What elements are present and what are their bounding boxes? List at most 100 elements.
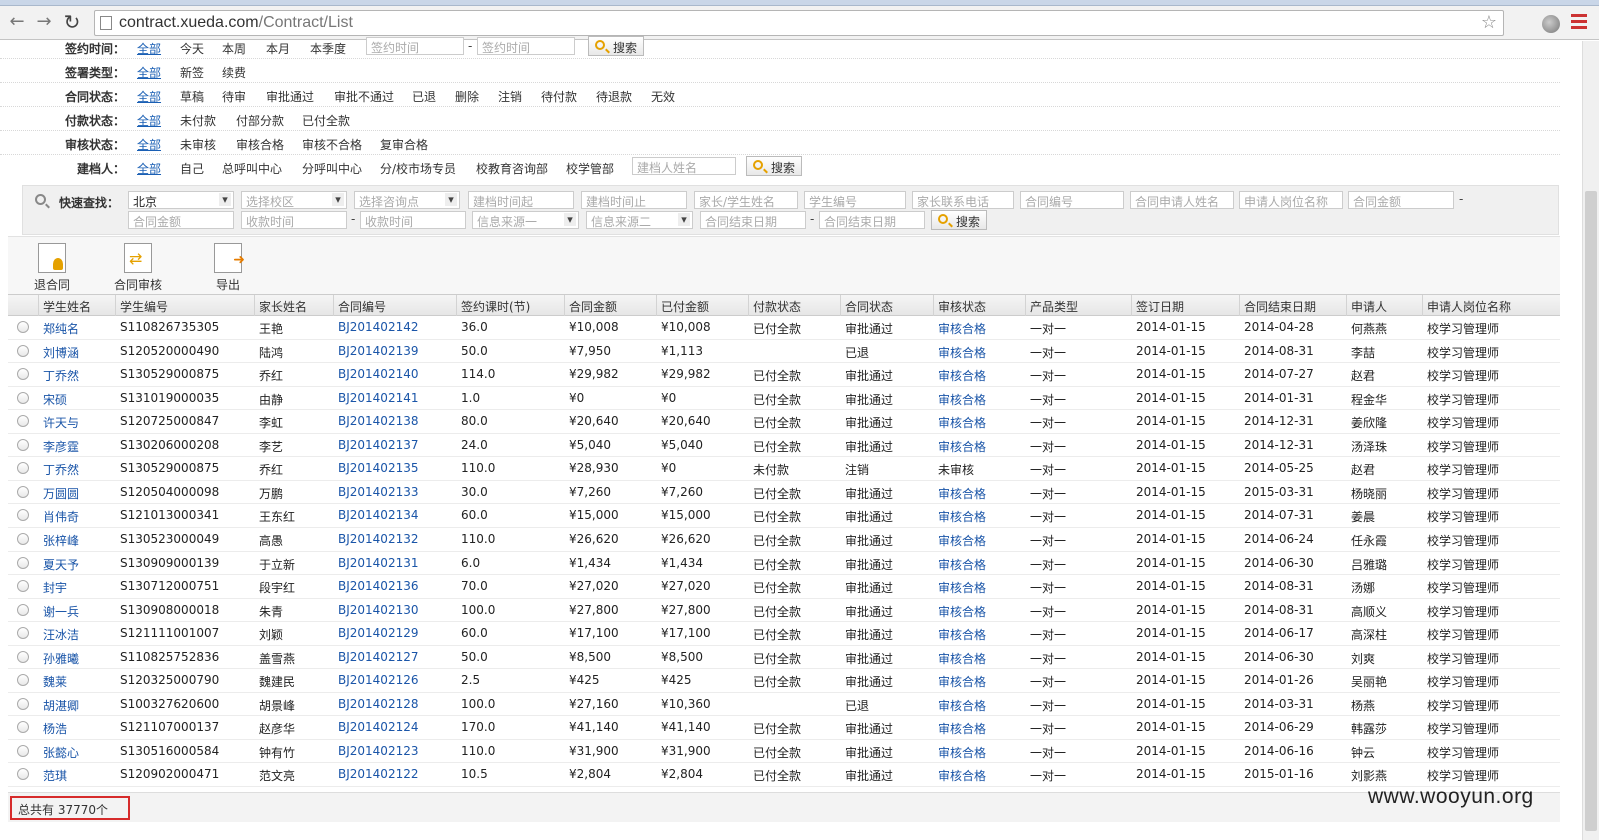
cell-audit-status[interactable]: 审核合格 bbox=[938, 767, 986, 784]
filter-option[interactable]: 续费 bbox=[222, 64, 246, 81]
filter-option[interactable]: 本周 bbox=[222, 40, 246, 57]
cell-contract-no[interactable]: BJ201402132 bbox=[338, 532, 418, 546]
row-select-radio[interactable] bbox=[17, 744, 29, 757]
row-select-radio[interactable] bbox=[17, 532, 29, 545]
filter-option[interactable]: 今天 bbox=[180, 40, 204, 57]
column-header-applicant-post[interactable]: 申请人岗位名称 bbox=[1427, 298, 1511, 315]
cell-contract-no[interactable]: BJ201402129 bbox=[338, 626, 418, 640]
filter-option[interactable]: 全部 bbox=[137, 40, 161, 57]
cell-student-name[interactable]: 魏莱 bbox=[43, 673, 67, 690]
cell-student-name[interactable]: 丁乔然 bbox=[43, 461, 79, 478]
cell-student-name[interactable]: 夏天予 bbox=[43, 556, 79, 573]
table-row[interactable]: 刘博涵 S120520000490 陆鸿 BJ201402139 50.0 ¥7,950 ¥… bbox=[8, 340, 1560, 364]
cell-student-name[interactable]: 丁乔然 bbox=[43, 367, 79, 384]
sign-time-search-button[interactable]: 搜索 bbox=[588, 36, 645, 56]
cell-student-name[interactable]: 宋硕 bbox=[43, 391, 67, 408]
column-header-lessons[interactable]: 签约课时(节) bbox=[461, 298, 530, 315]
end-date-to-input[interactable]: 合同结束日期 bbox=[819, 211, 925, 229]
cell-student-name[interactable]: 李彦霆 bbox=[43, 438, 79, 455]
globe-extension-icon[interactable] bbox=[1542, 15, 1560, 33]
table-row[interactable]: 杨浩 S121107000137 赵彦华 BJ201402124 170.0 ¥41,14… bbox=[8, 716, 1560, 740]
filter-option[interactable]: 审核不合格 bbox=[302, 136, 362, 153]
table-row[interactable]: 魏莱 S120325000790 魏建民 BJ201402126 2.5 ¥425 ¥425… bbox=[8, 669, 1560, 693]
column-header-paid-amount[interactable]: 已付金额 bbox=[661, 298, 709, 315]
applicant-name-input[interactable]: 合同申请人姓名 bbox=[1130, 191, 1234, 209]
filter-option[interactable]: 审批通过 bbox=[266, 88, 314, 105]
filter-option[interactable]: 审批不通过 bbox=[334, 88, 394, 105]
filter-option[interactable]: 未审核 bbox=[180, 136, 216, 153]
table-row[interactable]: 万圆圆 S120504000098 万鹏 BJ201402133 30.0 ¥7,260 ¥… bbox=[8, 481, 1560, 505]
reload-icon[interactable]: ↻ bbox=[61, 11, 83, 33]
column-header-parent-name[interactable]: 家长姓名 bbox=[259, 298, 307, 315]
row-select-radio[interactable] bbox=[17, 697, 29, 710]
student-no-input[interactable]: 学生编号 bbox=[804, 191, 906, 209]
amount-to-input[interactable]: 合同金额 bbox=[128, 211, 234, 229]
forward-icon[interactable]: → bbox=[33, 11, 55, 33]
filter-option[interactable]: 未付款 bbox=[180, 112, 216, 129]
filter-option[interactable]: 草稿 bbox=[180, 88, 204, 105]
row-select-radio[interactable] bbox=[17, 368, 29, 381]
contract-review-button[interactable]: 合同审核 bbox=[108, 243, 168, 293]
cell-audit-status[interactable]: 审核合格 bbox=[938, 744, 986, 761]
filter-option[interactable]: 待审 bbox=[222, 88, 246, 105]
parent-student-name-input[interactable]: 家长/学生姓名 bbox=[694, 191, 798, 209]
table-row[interactable]: 孙雅曦 S110825752836 盖雪燕 BJ201402127 50.0 ¥8,500… bbox=[8, 646, 1560, 670]
cell-contract-no[interactable]: BJ201402127 bbox=[338, 650, 418, 664]
table-row[interactable]: 郑纯名 S110826735305 王艳 BJ201402142 36.0 ¥10,008… bbox=[8, 316, 1560, 340]
cell-audit-status[interactable]: 审核合格 bbox=[938, 532, 986, 549]
row-select-radio[interactable] bbox=[17, 603, 29, 616]
collect-time-from-input[interactable]: 收款时间 bbox=[241, 211, 347, 229]
cell-audit-status[interactable]: 审核合格 bbox=[938, 391, 986, 408]
table-row[interactable]: 汪冰洁 S121111001007 刘颖 BJ201402129 60.0 ¥17,100… bbox=[8, 622, 1560, 646]
filter-option[interactable]: 付部分款 bbox=[236, 112, 284, 129]
vertical-scrollbar[interactable] bbox=[1582, 41, 1599, 840]
filter-option[interactable]: 校教育咨询部 bbox=[476, 160, 548, 177]
cell-audit-status[interactable]: 审核合格 bbox=[938, 626, 986, 643]
cell-student-name[interactable]: 张梓峰 bbox=[43, 532, 79, 549]
filter-option[interactable]: 全部 bbox=[137, 112, 161, 129]
table-row[interactable]: 夏天予 S130909000139 于立新 BJ201402131 6.0 ¥1,434 ¥… bbox=[8, 552, 1560, 576]
filter-option[interactable]: 全部 bbox=[137, 88, 161, 105]
filter-option[interactable]: 待付款 bbox=[541, 88, 577, 105]
table-row[interactable]: 张懿心 S130516000584 钟有竹 BJ201402123 110.0 ¥31,9… bbox=[8, 740, 1560, 764]
cell-student-name[interactable]: 胡湛卿 bbox=[43, 697, 79, 714]
table-row[interactable]: 封宇 S130712000751 段宇红 BJ201402136 70.0 ¥27,020… bbox=[8, 575, 1560, 599]
table-row[interactable]: 谢一兵 S130908000018 朱青 BJ201402130 100.0 ¥27,80… bbox=[8, 599, 1560, 623]
column-header-contract-amount[interactable]: 合同金额 bbox=[569, 298, 617, 315]
table-row[interactable]: 李彦霆 S130206000208 李艺 BJ201402137 24.0 ¥5,040 ¥… bbox=[8, 434, 1560, 458]
filter-option[interactable]: 无效 bbox=[651, 88, 675, 105]
cell-student-name[interactable]: 刘博涵 bbox=[43, 344, 79, 361]
campus-select[interactable]: 选择校区 bbox=[241, 191, 347, 209]
parent-phone-input[interactable]: 家长联系电话 bbox=[912, 191, 1014, 209]
sign-time-start-input[interactable]: 签约时间 bbox=[366, 37, 464, 55]
column-header-pay-status[interactable]: 付款状态 bbox=[753, 298, 801, 315]
collect-time-to-input[interactable]: 收款时间 bbox=[360, 211, 466, 229]
cell-contract-no[interactable]: BJ201402138 bbox=[338, 414, 418, 428]
contract-no-input[interactable]: 合同编号 bbox=[1020, 191, 1124, 209]
back-icon[interactable]: ← bbox=[6, 11, 28, 33]
filter-option[interactable]: 自己 bbox=[180, 160, 204, 177]
source-one-select[interactable]: 信息来源一 bbox=[472, 211, 579, 229]
row-select-radio[interactable] bbox=[17, 721, 29, 734]
cell-contract-no[interactable]: BJ201402130 bbox=[338, 603, 418, 617]
filter-option[interactable]: 全部 bbox=[137, 136, 161, 153]
cell-audit-status[interactable]: 审核合格 bbox=[938, 320, 986, 337]
filter-option[interactable]: 审核合格 bbox=[236, 136, 284, 153]
cell-student-name[interactable]: 汪冰洁 bbox=[43, 626, 79, 643]
column-header-applicant[interactable]: 申请人 bbox=[1351, 298, 1387, 315]
creator-search-button[interactable]: 搜索 bbox=[746, 156, 803, 176]
filter-option[interactable]: 注销 bbox=[498, 88, 522, 105]
source-two-select[interactable]: 信息来源二 bbox=[586, 211, 693, 229]
row-select-radio[interactable] bbox=[17, 485, 29, 498]
filter-option[interactable]: 本季度 bbox=[310, 40, 346, 57]
create-time-from-input[interactable]: 建档时间起 bbox=[468, 191, 574, 209]
row-select-radio[interactable] bbox=[17, 321, 29, 333]
column-header-contract-no[interactable]: 合同编号 bbox=[338, 298, 386, 315]
filter-option[interactable]: 总呼叫中心 bbox=[222, 160, 282, 177]
column-header-end-date[interactable]: 合同结束日期 bbox=[1244, 298, 1316, 315]
cell-contract-no[interactable]: BJ201402136 bbox=[338, 579, 418, 593]
cell-audit-status[interactable]: 审核合格 bbox=[938, 579, 986, 596]
filter-option[interactable]: 已退 bbox=[412, 88, 436, 105]
filter-option[interactable]: 全部 bbox=[137, 160, 161, 177]
cell-contract-no[interactable]: BJ201402124 bbox=[338, 720, 418, 734]
